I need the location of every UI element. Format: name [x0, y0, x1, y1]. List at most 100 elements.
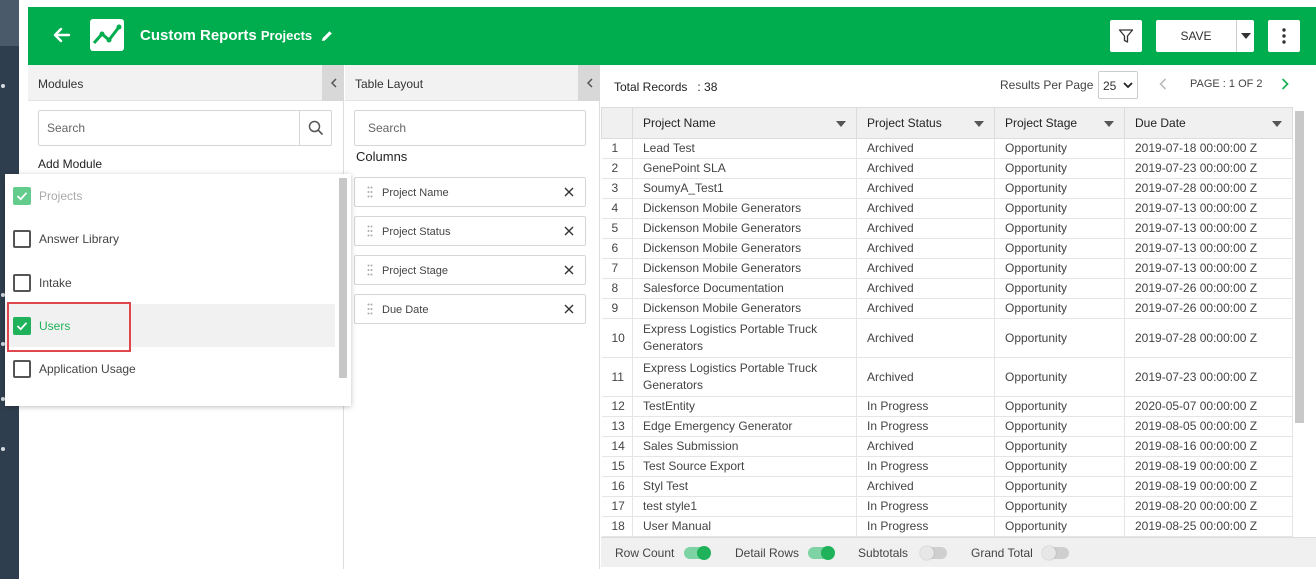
checkbox[interactable]: [13, 230, 31, 248]
table-layout-panel: Table Layout Columns Project Name Projec…: [345, 65, 600, 569]
column-chip[interactable]: Project Status: [354, 216, 586, 246]
due-date-cell: 2019-07-13 00:00:00 Z: [1124, 218, 1293, 239]
drag-handle-icon[interactable]: [367, 186, 373, 198]
close-icon[interactable]: [563, 225, 575, 237]
nav-dot[interactable]: [1, 447, 5, 451]
project-name-cell: Dickenson Mobile Generators: [632, 238, 857, 259]
table-row[interactable]: 14 Sales Submission Archived Opportunity 201…: [601, 436, 1293, 457]
header-project-stage[interactable]: Project Stage: [994, 107, 1125, 139]
project-name-cell: Test Source Export: [632, 456, 857, 477]
table-row[interactable]: 8 Salesforce Documentation Archived Opportu…: [601, 278, 1293, 299]
table-row[interactable]: 6 Dickenson Mobile Generators Archived Oppo…: [601, 238, 1293, 259]
module-option-label: Answer Library: [39, 232, 120, 246]
results-per-page-select[interactable]: 25: [1098, 71, 1138, 99]
table-scrollbar[interactable]: [1295, 111, 1304, 423]
detail-rows-toggle[interactable]: [808, 546, 835, 560]
project-name-cell: SoumyA_Test1: [632, 178, 857, 199]
collapse-layout-button[interactable]: [578, 65, 600, 101]
module-option-application-usage[interactable]: Application Usage: [5, 347, 335, 390]
sort-caret-icon[interactable]: [836, 121, 846, 127]
save-button[interactable]: SAVE: [1156, 20, 1236, 52]
table-row[interactable]: 16 Styl Test Archived Opportunity 2019-08-19…: [601, 476, 1293, 497]
save-dropdown-button[interactable]: [1236, 20, 1254, 52]
close-icon[interactable]: [563, 264, 575, 276]
checkbox[interactable]: [13, 360, 31, 378]
checkbox[interactable]: [13, 274, 31, 292]
dropdown-scrollbar[interactable]: [339, 178, 347, 378]
table-row[interactable]: 13 Edge Emergency Generator In Progress Opp…: [601, 416, 1293, 437]
checkbox[interactable]: [13, 187, 31, 205]
collapse-modules-button[interactable]: [322, 65, 344, 101]
project-status-cell: Archived: [856, 476, 995, 497]
search-button[interactable]: [299, 111, 331, 145]
table-row[interactable]: 11 Express Logistics Portable Truck Gener…: [601, 357, 1293, 397]
table-row[interactable]: 1 Lead Test Archived Opportunity 2019-07-18 …: [601, 138, 1293, 159]
row-number-cell: 8: [601, 278, 633, 299]
columns-label: Columns: [356, 149, 408, 164]
sort-caret-icon[interactable]: [1104, 121, 1114, 127]
module-option-projects[interactable]: Projects: [5, 174, 335, 217]
project-stage-cell: Opportunity: [994, 416, 1125, 437]
subtotals-toggle[interactable]: [920, 546, 947, 560]
header-due-date[interactable]: Due Date: [1124, 107, 1293, 139]
results-per-page-label: Results Per Page: [1000, 78, 1094, 92]
project-stage-cell: Opportunity: [994, 238, 1125, 259]
table-row[interactable]: 2 GenePoint SLA Archived Opportunity 2019-07…: [601, 158, 1293, 179]
row-count-toggle[interactable]: [684, 546, 711, 560]
table-row[interactable]: 9 Dickenson Mobile Generators Archived Oppo…: [601, 298, 1293, 319]
table-row[interactable]: 3 SoumyA_Test1 Archived Opportunity 2019-07-…: [601, 178, 1293, 199]
row-number-cell: 6: [601, 238, 633, 259]
column-chip[interactable]: Project Name: [354, 177, 586, 207]
table-row[interactable]: 4 Dickenson Mobile Generators Archived Oppo…: [601, 198, 1293, 219]
due-date-cell: 2019-08-05 00:00:00 Z: [1124, 416, 1293, 437]
nav-dot[interactable]: [1, 84, 5, 88]
table-row[interactable]: 12 TestEntity In Progress Opportunity 2020-0…: [601, 396, 1293, 417]
table-row[interactable]: 7 Dickenson Mobile Generators Archived Oppo…: [601, 258, 1293, 279]
back-arrow-icon[interactable]: [50, 24, 72, 46]
row-number-cell: 7: [601, 258, 633, 279]
chevron-right-icon[interactable]: [1281, 78, 1289, 90]
row-number-cell: 18: [601, 516, 633, 537]
kebab-menu-icon: [1282, 28, 1286, 44]
table-row[interactable]: 18 User Manual In Progress Opportunity 2019-…: [601, 516, 1293, 537]
row-number-cell: 3: [601, 178, 633, 199]
layout-search-input[interactable]: [368, 121, 568, 135]
table-row[interactable]: 15 Test Source Export In Progress Opportuni…: [601, 456, 1293, 477]
module-option-intake[interactable]: Intake: [5, 261, 335, 304]
modules-search-input[interactable]: [47, 121, 287, 135]
header-project-name[interactable]: Project Name: [632, 107, 857, 139]
more-options-button[interactable]: [1268, 20, 1300, 52]
filter-button[interactable]: [1110, 20, 1142, 52]
close-icon[interactable]: [563, 186, 575, 198]
column-chip[interactable]: Due Date: [354, 294, 586, 324]
table-row[interactable]: 17 test style1 In Progress Opportunity 2019-…: [601, 496, 1293, 517]
project-name-cell: Express Logistics Portable Truck Generat…: [632, 357, 857, 397]
project-status-cell: Archived: [856, 218, 995, 239]
drag-handle-icon[interactable]: [367, 264, 373, 276]
sort-caret-icon[interactable]: [1272, 121, 1282, 127]
drag-handle-icon[interactable]: [367, 303, 373, 315]
modules-search: [38, 110, 332, 146]
module-option-answer-library[interactable]: Answer Library: [5, 217, 335, 260]
sort-caret-icon[interactable]: [974, 121, 984, 127]
project-name-cell: Express Logistics Portable Truck Generat…: [632, 318, 857, 358]
results-table-body: 1 Lead Test Archived Opportunity 2019-07-18 …: [601, 138, 1293, 537]
table-row[interactable]: 5 Dickenson Mobile Generators Archived Oppo…: [601, 218, 1293, 239]
chevron-left-icon: [586, 78, 593, 88]
toggle-knob: [1042, 546, 1056, 560]
grand-total-toggle[interactable]: [1042, 546, 1069, 560]
table-row[interactable]: 10 Express Logistics Portable Truck Gener…: [601, 318, 1293, 358]
pencil-icon[interactable]: [320, 29, 334, 43]
drag-handle-icon[interactable]: [367, 225, 373, 237]
header-project-status[interactable]: Project Status: [856, 107, 995, 139]
project-name-cell: Dickenson Mobile Generators: [632, 218, 857, 239]
project-status-cell: In Progress: [856, 496, 995, 517]
results-panel: Total Records : 38 Results Per Page 25 P…: [601, 65, 1316, 569]
project-status-cell: Archived: [856, 138, 995, 159]
search-icon: [308, 120, 323, 136]
column-chip[interactable]: Project Stage: [354, 255, 586, 285]
total-records-label: Total Records: [614, 80, 688, 94]
close-icon[interactable]: [563, 303, 575, 315]
module-option-label: Application Usage: [39, 362, 136, 376]
chevron-left-icon[interactable]: [1159, 78, 1167, 90]
